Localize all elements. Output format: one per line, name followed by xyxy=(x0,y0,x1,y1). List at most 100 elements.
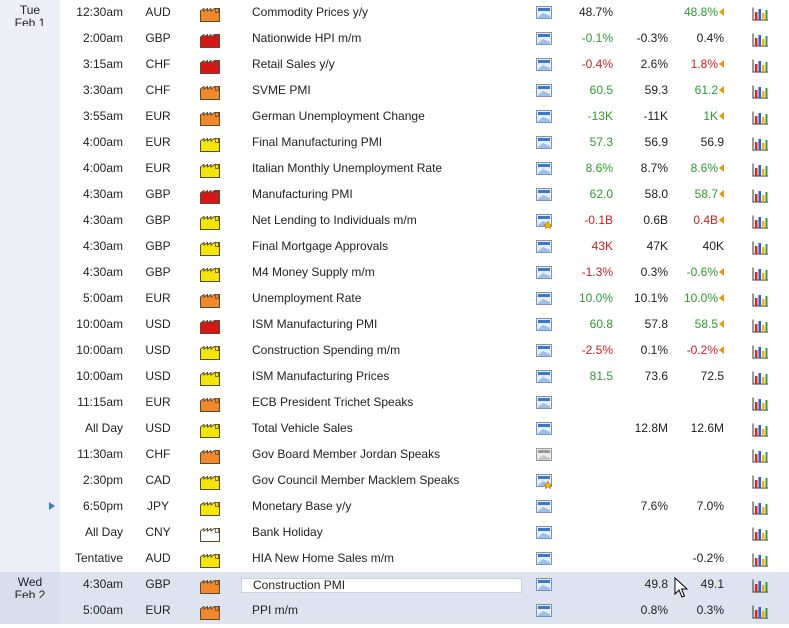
chart-icon[interactable] xyxy=(752,499,769,515)
event-row[interactable]: 4:00am EUR Final Manufacturing PMI 57.3 56.9… xyxy=(0,130,789,156)
chart-icon[interactable] xyxy=(752,187,769,203)
event-title[interactable]: SVME PMI xyxy=(252,78,532,104)
detail-icon[interactable] xyxy=(536,187,552,201)
detail-icon[interactable] xyxy=(536,499,552,513)
event-row[interactable]: All Day USD Total Vehicle Sales 12.8M 12.6M xyxy=(0,416,789,442)
event-title[interactable]: Bank Holiday xyxy=(252,520,532,546)
event-title[interactable]: Net Lending to Individuals m/m xyxy=(252,208,532,234)
detail-icon[interactable] xyxy=(536,239,552,253)
detail-icon[interactable] xyxy=(536,57,552,71)
event-title[interactable]: ISM Manufacturing Prices xyxy=(252,364,532,390)
detail-icon[interactable] xyxy=(536,83,552,97)
event-row[interactable]: 11:15am EUR ECB President Trichet Speaks xyxy=(0,390,789,416)
chart-icon[interactable] xyxy=(752,603,769,619)
event-title[interactable]: Construction PMI xyxy=(241,578,522,593)
chart-icon[interactable] xyxy=(752,317,769,333)
event-title[interactable]: ECB President Trichet Speaks xyxy=(252,390,532,416)
chart-icon[interactable] xyxy=(752,343,769,359)
event-title[interactable]: M4 Money Supply m/m xyxy=(252,260,532,286)
event-row[interactable]: 5:00am EUR PPI m/m 0.8% 0.3% xyxy=(0,598,789,624)
detail-gray-icon[interactable] xyxy=(536,447,552,461)
event-row[interactable]: Tentative AUD HIA New Home Sales m/m -0.2% xyxy=(0,546,789,572)
detail-icon[interactable] xyxy=(536,31,552,45)
chart-icon[interactable] xyxy=(752,395,769,411)
event-title[interactable]: PPI m/m xyxy=(252,598,532,624)
revised-marker-icon[interactable] xyxy=(719,294,724,302)
event-row[interactable]: 4:30am GBP Final Mortgage Approvals 43K 47K 4… xyxy=(0,234,789,260)
chart-icon[interactable] xyxy=(752,135,769,151)
detail-icon[interactable] xyxy=(536,577,552,591)
event-row[interactable]: 10:00am USD ISM Manufacturing Prices 81.5 73… xyxy=(0,364,789,390)
event-title[interactable]: Gov Board Member Jordan Speaks xyxy=(252,442,532,468)
event-row[interactable]: 4:30am GBP Manufacturing PMI 62.0 58.0 58.7 xyxy=(0,182,789,208)
event-title[interactable]: Nationwide HPI m/m xyxy=(252,26,532,52)
chart-icon[interactable] xyxy=(752,447,769,463)
detail-star-icon[interactable] xyxy=(536,213,553,230)
event-row[interactable]: 5:00am EUR Unemployment Rate 10.0% 10.1% 10.0… xyxy=(0,286,789,312)
chart-icon[interactable] xyxy=(752,5,769,21)
event-row[interactable]: 2:30pm CAD Gov Council Member Macklem Spea… xyxy=(0,468,789,494)
revised-marker-icon[interactable] xyxy=(719,86,724,94)
chart-icon[interactable] xyxy=(752,551,769,567)
event-title[interactable]: Manufacturing PMI xyxy=(252,182,532,208)
event-title[interactable]: Construction Spending m/m xyxy=(252,338,532,364)
revised-marker-icon[interactable] xyxy=(719,164,724,172)
detail-icon[interactable] xyxy=(536,265,552,279)
detail-icon[interactable] xyxy=(536,5,552,19)
detail-icon[interactable] xyxy=(536,161,552,175)
revised-marker-icon[interactable] xyxy=(719,60,724,68)
event-row[interactable]: 4:00am EUR Italian Monthly Unemployment Ra… xyxy=(0,156,789,182)
chart-icon[interactable] xyxy=(752,265,769,281)
event-title[interactable]: German Unemployment Change xyxy=(252,104,532,130)
chart-icon[interactable] xyxy=(752,369,769,385)
chart-icon[interactable] xyxy=(752,421,769,437)
event-title[interactable]: Unemployment Rate xyxy=(252,286,532,312)
revised-marker-icon[interactable] xyxy=(719,346,724,354)
chart-icon[interactable] xyxy=(752,213,769,229)
event-row[interactable]: 6:50pm JPY Monetary Base y/y 7.6% 7.0% xyxy=(0,494,789,520)
event-title[interactable]: Final Manufacturing PMI xyxy=(252,130,532,156)
detail-icon[interactable] xyxy=(536,603,552,617)
event-row[interactable]: 3:55am EUR German Unemployment Change -13K -… xyxy=(0,104,789,130)
event-title[interactable]: HIA New Home Sales m/m xyxy=(252,546,532,572)
event-title[interactable]: Italian Monthly Unemployment Rate xyxy=(252,156,532,182)
event-row[interactable]: 4:30am GBP Net Lending to Individuals m/m -… xyxy=(0,208,789,234)
event-title[interactable]: Commodity Prices y/y xyxy=(252,0,532,26)
event-title[interactable]: Total Vehicle Sales xyxy=(252,416,532,442)
chart-icon[interactable] xyxy=(752,31,769,47)
event-row[interactable]: 4:30am GBP M4 Money Supply m/m -1.3% 0.3% -0.… xyxy=(0,260,789,286)
event-row[interactable]: 10:00am USD ISM Manufacturing PMI 60.8 57.8 5… xyxy=(0,312,789,338)
event-title[interactable]: ISM Manufacturing PMI xyxy=(252,312,532,338)
event-row[interactable]: 3:30am CHF SVME PMI 60.5 59.3 61.2 xyxy=(0,78,789,104)
detail-star-icon[interactable] xyxy=(536,473,553,490)
detail-icon[interactable] xyxy=(536,421,552,435)
chart-icon[interactable] xyxy=(752,525,769,541)
revised-marker-icon[interactable] xyxy=(719,8,724,16)
chart-icon[interactable] xyxy=(752,239,769,255)
revised-marker-icon[interactable] xyxy=(719,320,724,328)
event-title[interactable]: Gov Council Member Macklem Speaks xyxy=(252,468,532,494)
detail-icon[interactable] xyxy=(536,317,552,331)
event-row[interactable]: 2:00am GBP Nationwide HPI m/m -0.1% -0.3% 0.4… xyxy=(0,26,789,52)
event-title[interactable]: Monetary Base y/y xyxy=(252,494,532,520)
detail-icon[interactable] xyxy=(536,369,552,383)
chart-icon[interactable] xyxy=(752,577,769,593)
event-title[interactable]: Final Mortgage Approvals xyxy=(252,234,532,260)
chart-icon[interactable] xyxy=(752,57,769,73)
revised-marker-icon[interactable] xyxy=(719,112,724,120)
chart-icon[interactable] xyxy=(752,109,769,125)
event-row[interactable]: All Day CNY Bank Holiday xyxy=(0,520,789,546)
event-row[interactable]: 3:15am CHF Retail Sales y/y -0.4% 2.6% 1.8% xyxy=(0,52,789,78)
detail-icon[interactable] xyxy=(536,109,552,123)
detail-icon[interactable] xyxy=(536,135,552,149)
event-row[interactable]: Tue Feb 1 12:30am AUD Commodity Prices y/y 48… xyxy=(0,0,789,30)
detail-icon[interactable] xyxy=(536,525,552,539)
revised-marker-icon[interactable] xyxy=(719,190,724,198)
event-title[interactable]: Retail Sales y/y xyxy=(252,52,532,78)
event-row[interactable]: 10:00am USD Construction Spending m/m -2.5%… xyxy=(0,338,789,364)
revised-marker-icon[interactable] xyxy=(719,268,724,276)
chart-icon[interactable] xyxy=(752,473,769,489)
event-row[interactable]: 11:30am CHF Gov Board Member Jordan Speaks xyxy=(0,442,789,468)
detail-icon[interactable] xyxy=(536,291,552,305)
chart-icon[interactable] xyxy=(752,161,769,177)
